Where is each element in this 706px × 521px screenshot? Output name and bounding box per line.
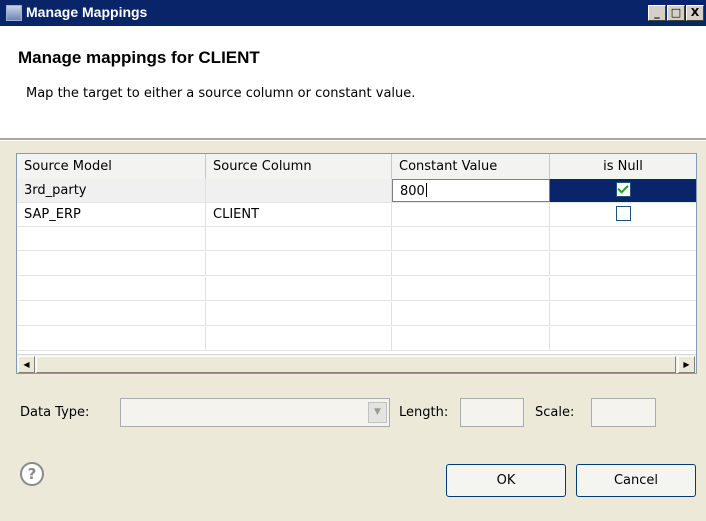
- empty-table-row: [17, 227, 696, 251]
- mappings-table[interactable]: Source Model Source Column Constant Valu…: [16, 153, 697, 374]
- horizontal-scrollbar[interactable]: ◀ ▶: [17, 354, 696, 373]
- data-type-label: Data Type:: [20, 405, 90, 420]
- page-title: Manage mappings for CLIENT: [18, 48, 260, 67]
- dialog-header: Manage mappings for CLIENT Map the targe…: [0, 26, 706, 138]
- empty-table-row: [17, 302, 696, 326]
- table-row[interactable]: SAP_ERP CLIENT: [17, 203, 696, 227]
- close-button[interactable]: X: [686, 5, 704, 21]
- scale-label: Scale:: [535, 405, 575, 420]
- scroll-right-icon[interactable]: ▶: [678, 356, 695, 373]
- maximize-button[interactable]: □: [667, 5, 685, 21]
- column-header-constant-value[interactable]: Constant Value: [392, 154, 550, 179]
- ok-button[interactable]: OK: [446, 464, 566, 497]
- table-header: Source Model Source Column Constant Valu…: [17, 154, 696, 180]
- source-model-cell[interactable]: SAP_ERP: [17, 203, 206, 226]
- help-icon[interactable]: ?: [20, 462, 44, 486]
- page-description: Map the target to either a source column…: [26, 86, 416, 101]
- column-header-source-column[interactable]: Source Column: [206, 154, 392, 179]
- table-row[interactable]: 3rd_party 800: [17, 179, 696, 203]
- window-app-icon: [6, 5, 22, 21]
- title-bar: Manage Mappings _ □ X: [0, 0, 706, 26]
- scale-field[interactable]: [591, 398, 656, 427]
- minimize-button[interactable]: _: [648, 5, 666, 21]
- source-model-cell[interactable]: 3rd_party: [17, 179, 206, 202]
- scroll-left-icon[interactable]: ◀: [18, 356, 35, 373]
- empty-table-row: [17, 327, 696, 351]
- source-column-cell[interactable]: CLIENT: [206, 203, 392, 226]
- column-header-is-null[interactable]: is Null: [550, 154, 696, 179]
- scrollbar-thumb[interactable]: [36, 356, 676, 373]
- is-null-checkbox[interactable]: [615, 182, 631, 197]
- empty-table-row: [17, 252, 696, 276]
- window-title: Manage Mappings: [26, 4, 148, 20]
- constant-value-cell[interactable]: [392, 203, 550, 226]
- constant-value-text: 800: [400, 184, 425, 199]
- cancel-button[interactable]: Cancel: [576, 464, 696, 497]
- is-null-cell[interactable]: [550, 203, 696, 226]
- length-field[interactable]: [460, 398, 524, 427]
- source-column-cell[interactable]: [206, 179, 392, 202]
- chevron-down-icon[interactable]: ▼: [368, 402, 387, 423]
- length-label: Length:: [399, 405, 449, 420]
- is-null-checkbox[interactable]: [615, 206, 631, 221]
- constant-value-editor[interactable]: 800: [392, 179, 550, 202]
- is-null-cell[interactable]: [550, 179, 696, 202]
- header-divider: [0, 138, 706, 141]
- data-type-select[interactable]: ▼: [120, 398, 390, 427]
- column-header-source-model[interactable]: Source Model: [17, 154, 206, 179]
- empty-table-row: [17, 277, 696, 301]
- text-caret: [425, 183, 427, 197]
